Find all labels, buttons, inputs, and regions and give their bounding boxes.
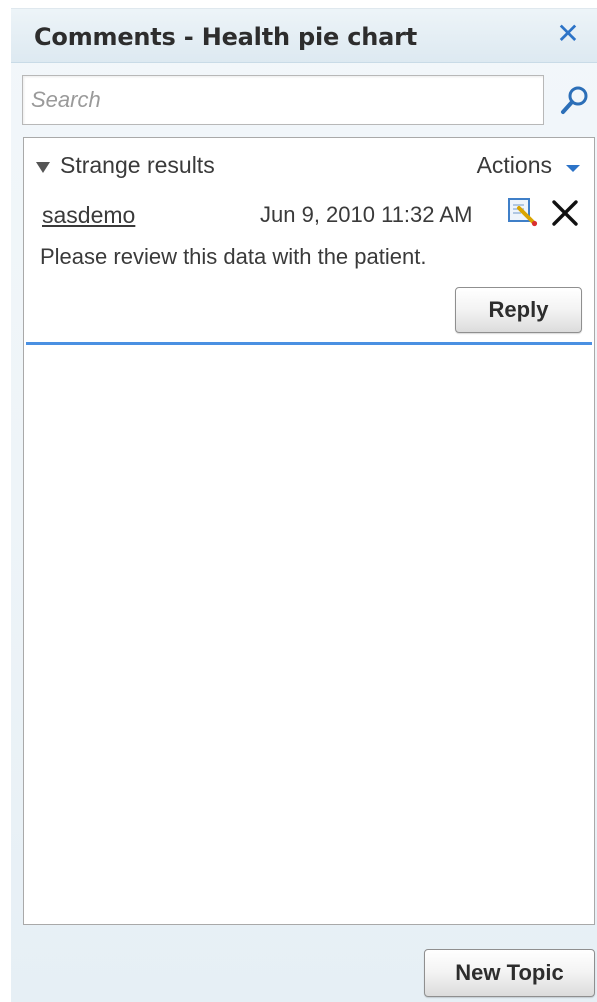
collapse-triangle-icon[interactable] xyxy=(36,162,50,173)
search-input[interactable] xyxy=(23,76,543,124)
comment-timestamp: Jun 9, 2010 11:32 AM xyxy=(260,202,473,227)
chevron-down-icon[interactable] xyxy=(566,165,580,172)
reply-button[interactable]: Reply xyxy=(455,287,582,333)
close-icon[interactable]: ✕ xyxy=(553,19,583,49)
new-topic-button[interactable]: New Topic xyxy=(424,949,595,997)
topic-title: Strange results xyxy=(60,152,215,178)
comment-text: Please review this data with the patient… xyxy=(40,244,427,269)
comments-list: Strange results Actions sasdemo Jun 9, 2… xyxy=(23,137,595,925)
comments-panel: Comments - Health pie chart ✕ Strange re… xyxy=(11,8,597,1002)
comment-author-link[interactable]: sasdemo xyxy=(42,202,135,229)
topic-divider xyxy=(26,342,592,345)
panel-title: Comments - Health pie chart xyxy=(34,23,418,51)
topic-header[interactable]: Strange results Actions xyxy=(24,138,594,186)
actions-menu[interactable]: Actions xyxy=(477,152,552,179)
search-icon[interactable] xyxy=(558,83,592,117)
panel-header: Comments - Health pie chart ✕ xyxy=(11,9,597,63)
search-field[interactable] xyxy=(22,75,544,125)
edit-icon[interactable] xyxy=(507,196,539,228)
delete-icon[interactable] xyxy=(550,198,580,228)
